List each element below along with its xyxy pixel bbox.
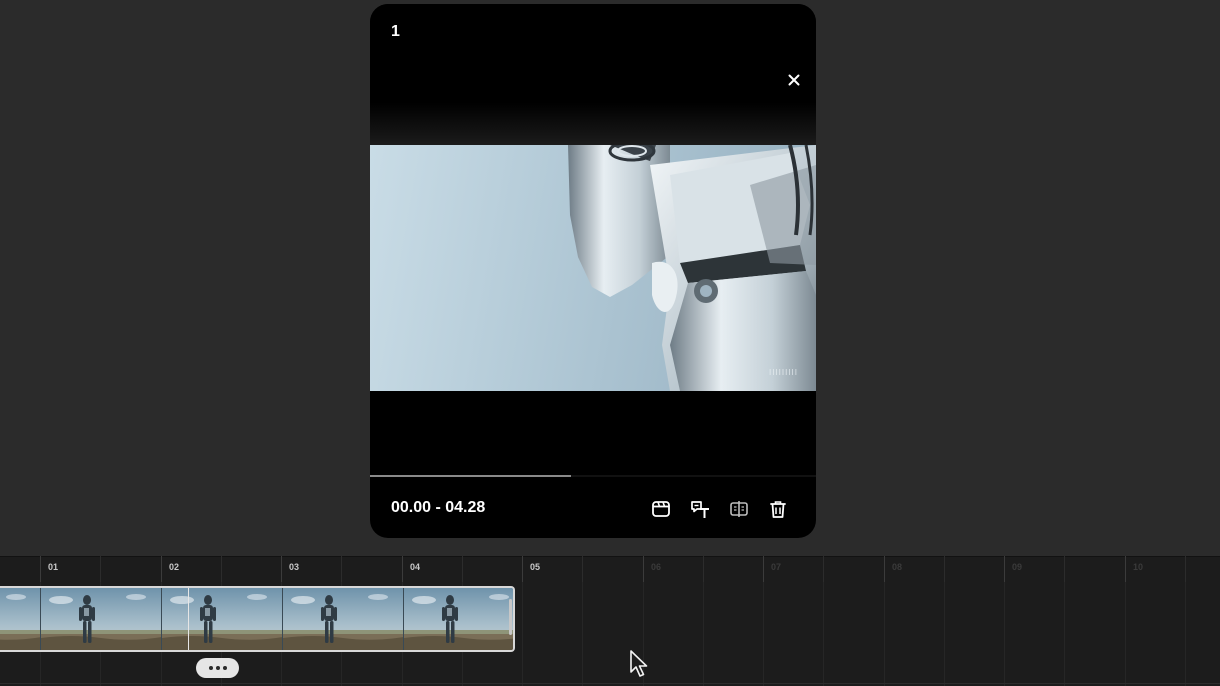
ruler-major-tick <box>402 556 403 582</box>
split-compare-button[interactable] <box>728 498 750 520</box>
ruler-tick-label: 07 <box>771 562 782 572</box>
more-dot-icon <box>215 666 220 670</box>
timeline-bottom-border <box>0 683 1220 684</box>
clip-thumbnail <box>161 588 283 650</box>
close-icon <box>788 74 800 86</box>
ruler-tick-label: 03 <box>289 562 300 572</box>
ruler-tick-label: 10 <box>1133 562 1144 572</box>
more-dot-icon <box>208 666 213 670</box>
ruler-minor-tick <box>703 556 704 582</box>
clip-trim-handle[interactable] <box>509 599 512 635</box>
split-compare-icon <box>730 501 748 517</box>
ruler-major-tick <box>281 556 282 582</box>
clip-thumbnail <box>282 588 404 650</box>
clip-thumbnail <box>40 588 162 650</box>
ruler-tick-label: 02 <box>169 562 180 572</box>
timeline-grid-line <box>522 582 523 686</box>
robot-frame-image <box>568 145 816 391</box>
ruler-tick-label: 01 <box>48 562 59 572</box>
clip-number: 1 <box>391 23 400 40</box>
clip-thumbnail <box>403 588 513 650</box>
ruler-minor-tick <box>462 556 463 582</box>
timeline[interactable]: 01 02 03 04 05 06 07 08 09 10 <box>0 556 1220 686</box>
ruler-minor-tick <box>823 556 824 582</box>
ruler-minor-tick <box>100 556 101 582</box>
more-dot-icon <box>222 666 227 670</box>
timeline-grid-line <box>944 582 945 686</box>
delete-clip-button[interactable] <box>767 498 789 520</box>
timeline-grid-line <box>1064 582 1065 686</box>
ruler-major-tick <box>884 556 885 582</box>
ruler-minor-tick <box>341 556 342 582</box>
timeline-grid-line <box>763 582 764 686</box>
video-clip-track[interactable] <box>0 586 515 652</box>
ruler-minor-tick <box>1064 556 1065 582</box>
clip-thumbnail <box>0 588 42 650</box>
ruler-major-tick <box>1125 556 1126 582</box>
ruler-tick-label: 09 <box>1012 562 1023 572</box>
ruler-minor-tick <box>1185 556 1186 582</box>
ruler-major-tick <box>40 556 41 582</box>
clip-preview-modal: 1 IIIIIIIII 00.00 - 04.28 <box>370 4 816 538</box>
timeline-ruler[interactable]: 01 02 03 04 05 06 07 08 09 10 <box>0 556 1220 582</box>
playback-progress-bar[interactable] <box>370 475 816 477</box>
ruler-tick-label: 04 <box>410 562 421 572</box>
text-translate-button[interactable] <box>689 498 711 520</box>
ruler-tick-label: 06 <box>651 562 662 572</box>
ruler-major-tick <box>643 556 644 582</box>
ruler-tick-label: 08 <box>892 562 903 572</box>
more-options-button[interactable] <box>196 658 239 678</box>
ruler-minor-tick <box>944 556 945 582</box>
clip-settings-icon <box>652 501 670 517</box>
timeline-grid-line <box>582 582 583 686</box>
clip-split-marker <box>188 588 189 650</box>
watermark: IIIIIIIII <box>768 368 798 377</box>
timeline-grid-line <box>703 582 704 686</box>
clip-settings-button[interactable] <box>650 498 672 520</box>
ruler-minor-tick <box>582 556 583 582</box>
video-preview[interactable]: IIIIIIIII <box>370 145 816 391</box>
timeline-grid-line <box>1004 582 1005 686</box>
timeline-grid-line <box>1125 582 1126 686</box>
timeline-grid-line <box>1185 582 1186 686</box>
trash-icon <box>770 501 786 518</box>
modal-header-area <box>370 4 816 145</box>
playback-progress-fill <box>370 475 571 477</box>
ruler-major-tick <box>1004 556 1005 582</box>
mouse-pointer-icon <box>630 650 648 677</box>
ruler-major-tick <box>161 556 162 582</box>
text-translate-icon <box>691 501 709 518</box>
ruler-major-tick <box>763 556 764 582</box>
ruler-major-tick <box>522 556 523 582</box>
ruler-tick-label: 05 <box>530 562 541 572</box>
time-range: 00.00 - 04.28 <box>391 499 486 516</box>
timeline-grid-line <box>884 582 885 686</box>
ruler-minor-tick <box>221 556 222 582</box>
timeline-grid-line <box>823 582 824 686</box>
close-button[interactable] <box>784 70 804 90</box>
